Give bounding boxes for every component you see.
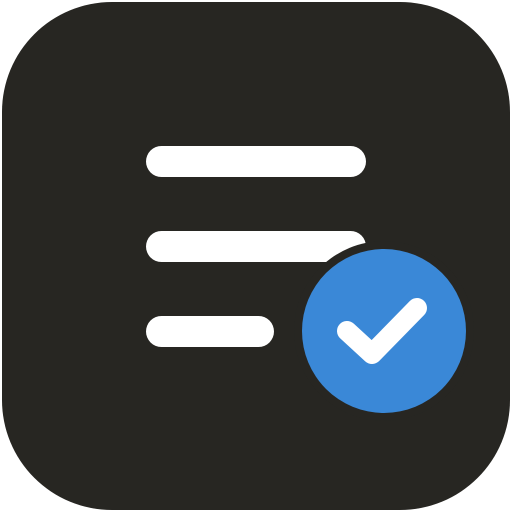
app-icon-canvas: [0, 0, 512, 512]
list-line-1: [146, 146, 366, 177]
check-badge-icon: [294, 241, 474, 421]
checklist-app-icon: [2, 2, 510, 510]
list-line-3: [146, 316, 274, 347]
